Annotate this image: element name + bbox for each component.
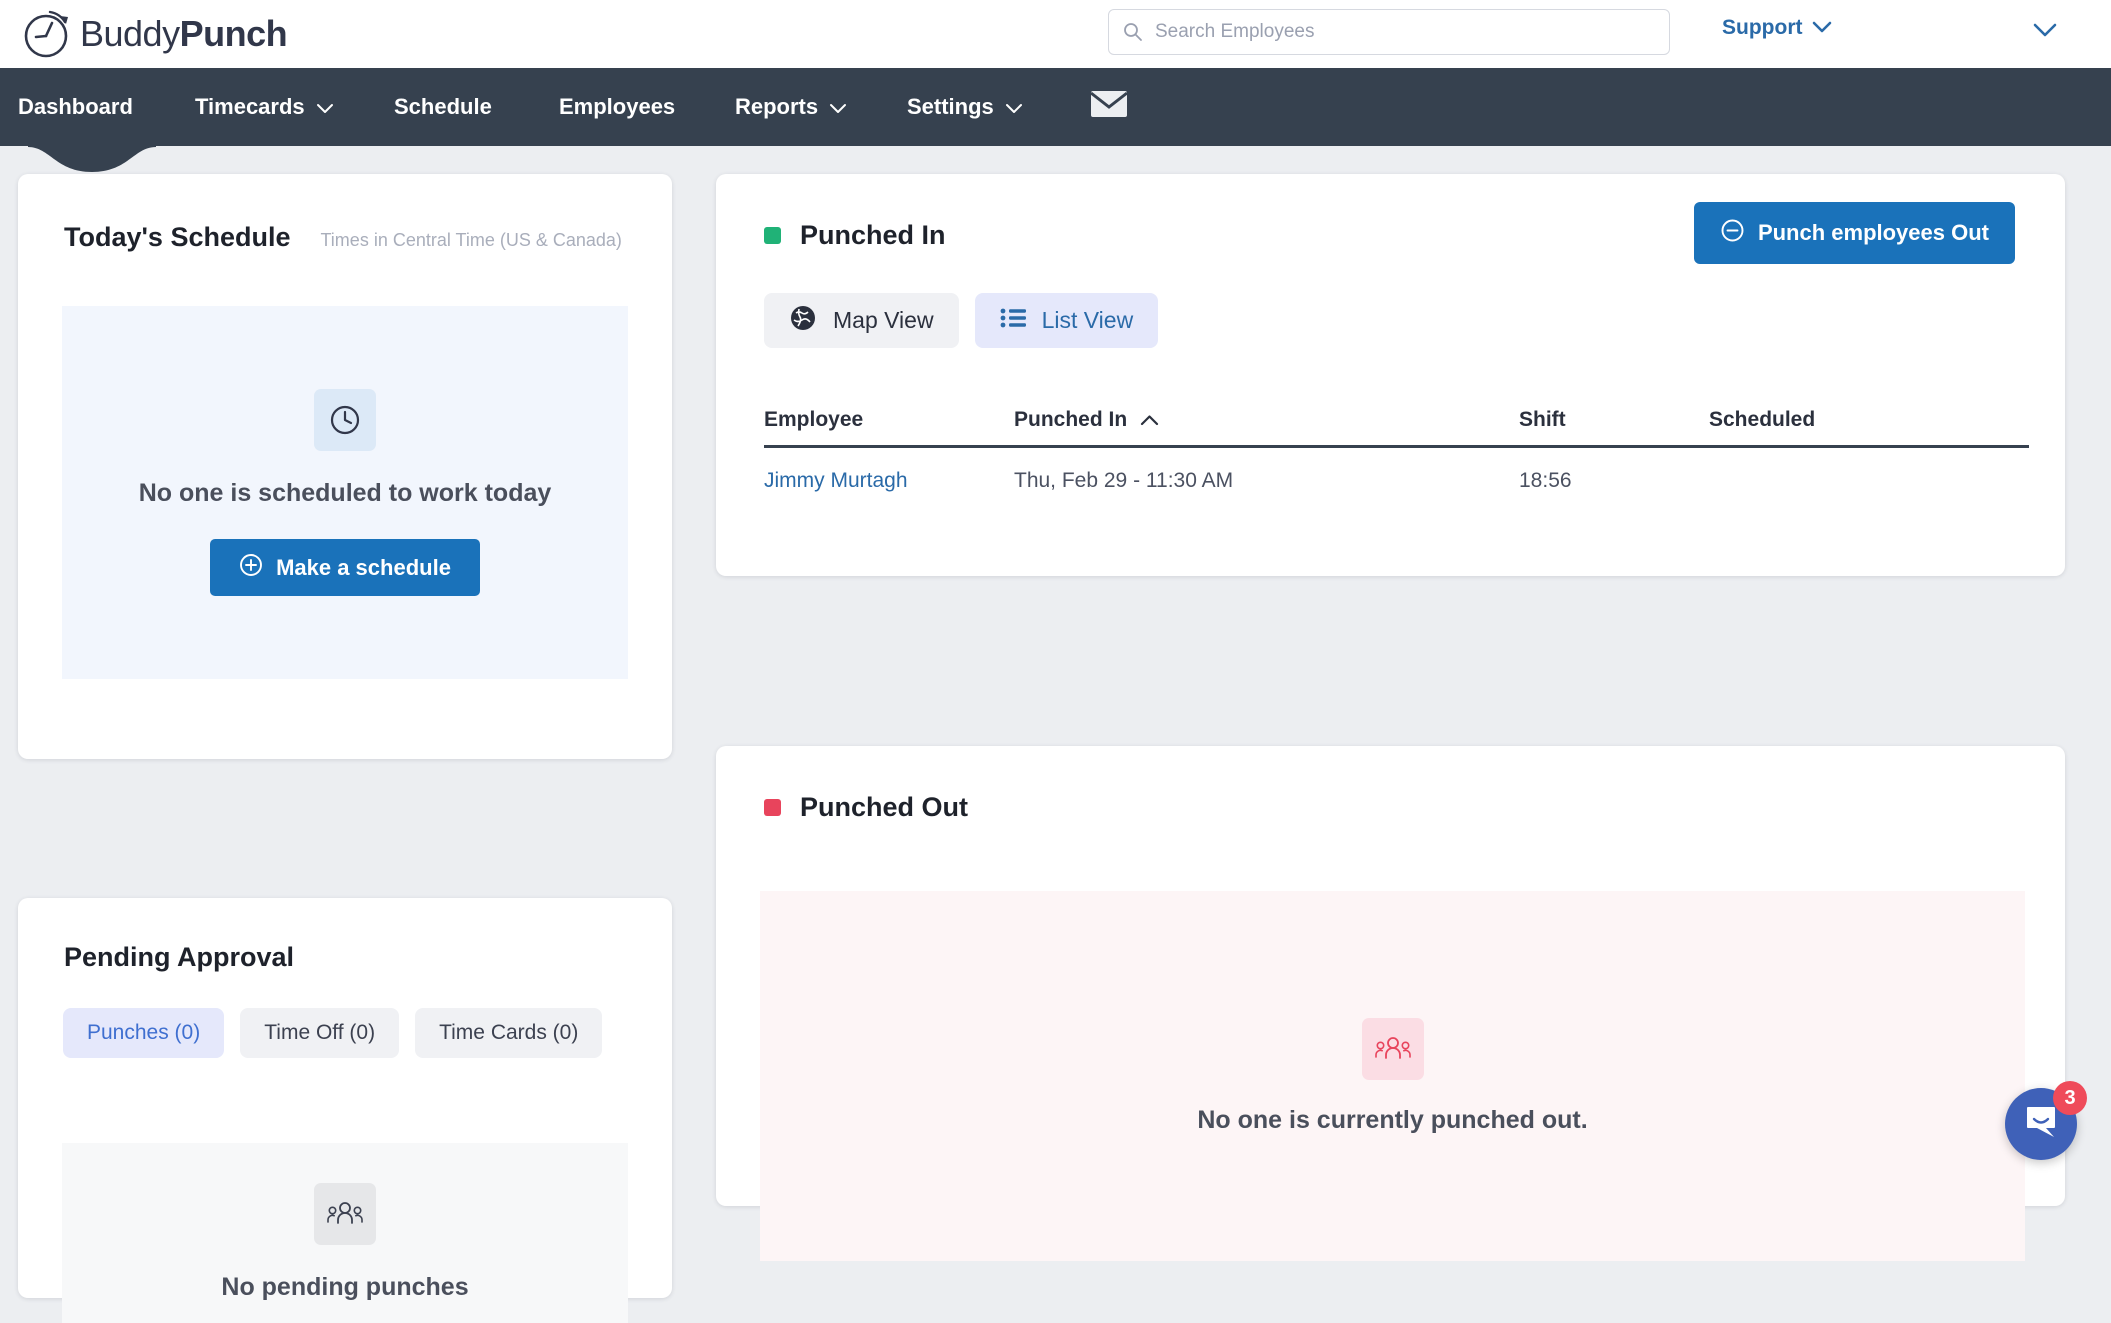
map-view-label: Map View (833, 307, 934, 333)
tab-punches[interactable]: Punches (0) (63, 1008, 225, 1058)
people-icon (1361, 1017, 1424, 1080)
pending-approval-empty-state: No pending punches (62, 1143, 628, 1323)
empty-state-message: No one is currently punched out. (1197, 1105, 1588, 1134)
search-input[interactable] (1155, 21, 1655, 43)
column-header-punched-in[interactable]: Punched In (1014, 408, 1519, 432)
nav-label: Employees (559, 94, 676, 119)
tab-time-off[interactable]: Time Off (0) (240, 1008, 400, 1058)
empty-state-message: No pending punches (221, 1273, 469, 1301)
punched-out-title: Punched Out (800, 792, 968, 822)
page-title: Today's Schedule (64, 222, 291, 252)
search-icon (1123, 22, 1143, 42)
brand-name-light: Buddy (80, 13, 180, 54)
pending-approval-title: Pending Approval (64, 942, 295, 972)
column-header-punched-in-label: Punched In (1014, 407, 1128, 431)
nav-item-messages[interactable] (1090, 68, 1128, 146)
plus-circle-icon (239, 553, 263, 583)
table-row: Jimmy Murtagh Thu, Feb 29 - 11:30 AM 18:… (764, 448, 2029, 514)
chat-bubble-icon (2023, 1105, 2059, 1144)
column-header-shift[interactable]: Shift (1519, 408, 1709, 432)
todays-schedule-empty-state: No one is scheduled to work today Make a… (62, 306, 628, 679)
cell-punched-in: Thu, Feb 29 - 11:30 AM (1014, 469, 1234, 492)
nav-item-reports[interactable]: Reports (735, 68, 847, 146)
nav-item-employees[interactable]: Employees (559, 68, 675, 146)
punched-in-title: Punched In (800, 220, 946, 250)
cell-employee[interactable]: Jimmy Murtagh (764, 469, 1014, 493)
globe-icon (789, 304, 817, 338)
nav-item-schedule[interactable]: Schedule (394, 68, 492, 146)
nav-item-dashboard[interactable]: Dashboard (18, 68, 133, 146)
pending-approval-tabs: Punches (0) Time Off (0) Time Cards (0) (18, 973, 672, 1058)
nav-item-timecards[interactable]: Timecards (195, 68, 334, 146)
empty-state-message: No one is scheduled to work today (138, 479, 552, 507)
chevron-down-icon (2033, 23, 2057, 37)
map-view-button[interactable]: Map View (764, 293, 959, 348)
search-box[interactable] (1108, 9, 1670, 55)
minus-circle-icon (1720, 218, 1745, 249)
tab-time-cards[interactable]: Time Cards (0) (415, 1008, 603, 1058)
top-bar: BuddyPunch Support (0, 0, 2111, 68)
punched-out-empty-state: No one is currently punched out. (760, 891, 2025, 1261)
account-menu[interactable] (2032, 22, 2058, 43)
list-view-button[interactable]: List View (974, 293, 1159, 348)
column-header-scheduled[interactable]: Scheduled (1709, 408, 1909, 432)
view-toggle-group: Map View List View (716, 251, 2065, 348)
people-icon (314, 1183, 376, 1245)
chevron-down-icon (1812, 16, 1832, 40)
main-navigation: Dashboard Timecards Schedule Employees R… (0, 68, 2111, 146)
list-view-label: List View (1041, 307, 1134, 333)
punched-in-table: Employee Punched In Shift Scheduled Jimm… (764, 394, 2029, 514)
support-label: Support (1722, 16, 1803, 39)
chevron-down-icon (316, 94, 334, 120)
nav-label: Settings (907, 94, 994, 119)
clock-arrow-icon (20, 6, 76, 62)
status-badge-red (764, 799, 781, 816)
pending-approval-card: Pending Approval Punches (0) Time Off (0… (18, 898, 672, 1323)
clock-icon (314, 389, 376, 451)
envelope-icon (1090, 90, 1128, 124)
nav-item-settings[interactable]: Settings (907, 68, 1023, 146)
chevron-down-icon (829, 94, 847, 120)
punch-employees-out-button[interactable]: Punch employees Out (1693, 202, 2015, 264)
nav-label: Timecards (195, 94, 305, 119)
brand-name-bold: Punch (179, 13, 288, 54)
nav-label: Dashboard (18, 94, 133, 119)
todays-schedule-card: Today's Schedule Times in Central Time (… (18, 174, 672, 759)
make-a-schedule-label: Make a schedule (276, 554, 451, 580)
support-menu[interactable]: Support (1722, 16, 1832, 40)
nav-label: Reports (735, 94, 819, 119)
list-icon (1000, 307, 1026, 335)
dashboard-content: Today's Schedule Times in Central Time (… (0, 146, 2111, 1323)
punched-out-card: Punched Out No one is currently punched … (716, 746, 2065, 1261)
table-header-row: Employee Punched In Shift Scheduled (764, 394, 2029, 448)
todays-schedule-header: Today's Schedule Times in Central Time (… (18, 174, 672, 253)
brand-logo[interactable]: BuddyPunch (20, 6, 288, 62)
chat-unread-badge: 3 (2053, 1081, 2087, 1115)
cell-shift: 18:56 (1519, 469, 1572, 492)
status-badge-green (764, 227, 781, 244)
timezone-note: Times in Central Time (US & Canada) (320, 230, 622, 250)
column-header-employee[interactable]: Employee (764, 408, 1014, 432)
make-a-schedule-button[interactable]: Make a schedule (210, 539, 480, 596)
punch-employees-out-label: Punch employees Out (1757, 220, 1989, 245)
chevron-down-icon (1005, 94, 1023, 120)
nav-label: Schedule (394, 94, 492, 119)
chevron-up-icon (1140, 408, 1159, 432)
punched-in-card: Punched In Punch employees Out Map View … (716, 174, 2065, 576)
punched-out-header: Punched Out (716, 746, 2065, 823)
